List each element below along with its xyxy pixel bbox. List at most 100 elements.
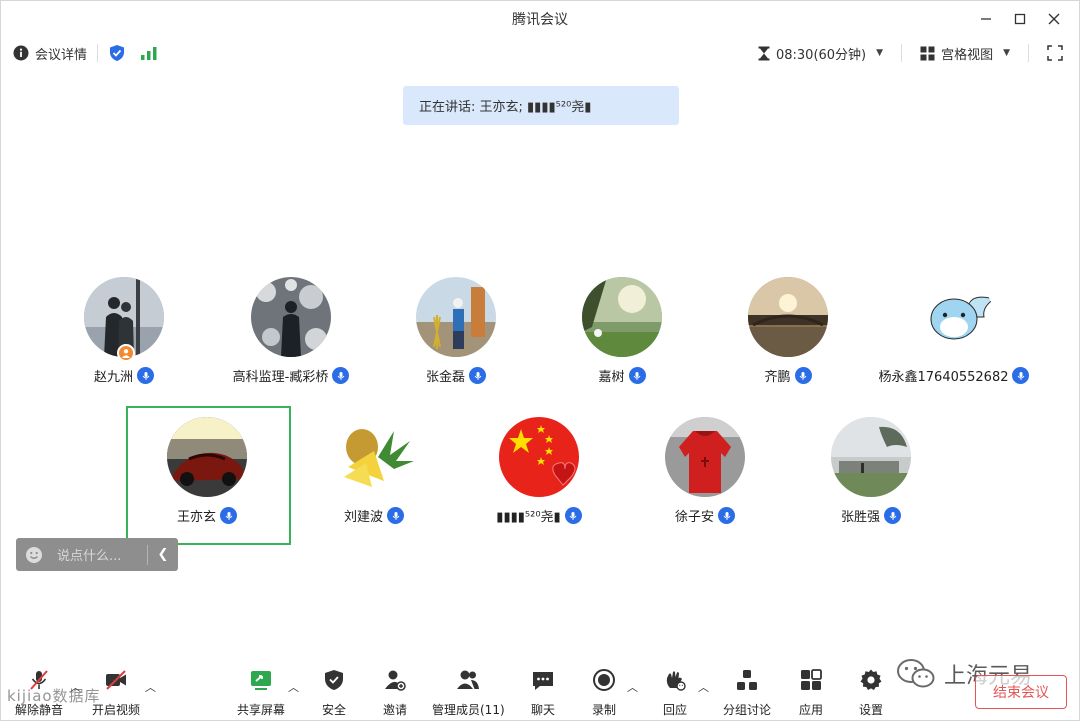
- chat-label: 聊天: [530, 703, 555, 717]
- participant-tile[interactable]: 刘建波: [294, 417, 454, 537]
- avatar: [582, 277, 662, 357]
- settings-button[interactable]: 设置: [858, 667, 884, 718]
- view-dropdown-icon[interactable]: ▼: [1003, 48, 1010, 58]
- participant-tile[interactable]: 嘉树: [542, 277, 702, 397]
- avatar: [748, 277, 828, 357]
- participant-name-row: 嘉树: [598, 366, 646, 385]
- participant-name: 赵九洲: [93, 370, 133, 385]
- participant-tile[interactable]: 王亦玄: [127, 417, 287, 537]
- divider: [1028, 44, 1029, 62]
- end-meeting-button[interactable]: 结束会议: [975, 675, 1067, 709]
- meeting-timer-label: 08:30(60分钟): [775, 47, 867, 63]
- participant-tile[interactable]: ▮▮▮▮⁵²⁰尧▮: [459, 417, 619, 537]
- view-switch-button[interactable]: 宫格视图 ▼: [920, 44, 1010, 63]
- divider: [901, 44, 903, 62]
- participant-name-row: 高科监理-臧彩桥: [233, 366, 350, 385]
- minimize-button[interactable]: [969, 1, 1003, 37]
- view-label: 宫格视图: [941, 47, 994, 63]
- shield-check-icon[interactable]: [108, 44, 126, 62]
- mic-icon: [387, 507, 404, 524]
- speaking-text: 正在讲话: 王亦玄; ▮▮▮▮⁵²⁰尧▮: [419, 100, 592, 115]
- participant-tile[interactable]: 徐子安: [625, 417, 785, 537]
- quick-chat-input[interactable]: 说点什么...: [57, 545, 147, 564]
- participant-name-row: 张金磊: [426, 366, 486, 385]
- security-button[interactable]: 安全: [321, 667, 347, 718]
- mic-icon: [718, 507, 735, 524]
- minimize-icon: [981, 18, 991, 20]
- video-off-icon: [106, 670, 126, 690]
- chat-button[interactable]: 聊天: [530, 667, 556, 718]
- fullscreen-icon[interactable]: [1047, 45, 1063, 61]
- record-options-icon[interactable]: ︿: [627, 679, 638, 695]
- breakout-rooms-button[interactable]: 分组讨论: [723, 667, 771, 718]
- participant-name-row: 张胜强: [841, 506, 901, 525]
- mic-icon: [1012, 367, 1030, 384]
- breakout-rooms-label: 分组讨论: [723, 703, 772, 717]
- title-bar: 腾讯会议: [1, 1, 1079, 37]
- host-badge-icon: [117, 344, 135, 362]
- apps-icon: [801, 669, 822, 690]
- chevron-left-icon: ❮: [157, 547, 169, 562]
- emoji-icon[interactable]: [25, 546, 43, 564]
- invite-label: 邀请: [382, 703, 407, 717]
- avatar: [914, 277, 994, 357]
- meeting-details-button[interactable]: 会议详情: [13, 44, 87, 63]
- signal-icon[interactable]: [140, 45, 158, 61]
- participant-tile[interactable]: 齐鹏: [708, 277, 868, 397]
- share-screen-icon: [251, 671, 271, 690]
- participant-name: 张金磊: [425, 370, 465, 385]
- participant-name-row: 刘建波: [344, 506, 404, 525]
- participant-name: 刘建波: [343, 510, 383, 525]
- avatar: [499, 417, 579, 497]
- window-controls: [969, 1, 1071, 37]
- meeting-timer[interactable]: 08:30(60分钟) ▼: [758, 44, 883, 63]
- participant-tile[interactable]: 张胜强: [791, 417, 951, 537]
- timer-dropdown-icon[interactable]: ▼: [876, 48, 883, 58]
- participant-name: 齐鹏: [764, 370, 791, 385]
- security-label: 安全: [321, 703, 346, 717]
- invite-button[interactable]: 邀请: [382, 667, 408, 718]
- meeting-details-label: 会议详情: [35, 47, 88, 63]
- mic-icon: [137, 367, 154, 384]
- participant-name-row: 齐鹏: [764, 366, 812, 385]
- reaction-button[interactable]: 回应: [662, 667, 688, 718]
- maximize-icon: [1014, 13, 1026, 25]
- video-options-icon[interactable]: ︿: [145, 679, 156, 695]
- reaction-options-icon[interactable]: ︿: [698, 679, 709, 695]
- participant-name: 嘉树: [598, 370, 625, 385]
- mic-icon: [469, 367, 486, 384]
- participant-tile[interactable]: 杨永鑫17640552682: [874, 277, 1034, 397]
- members-icon: [457, 670, 480, 689]
- participant-name-row: 杨永鑫17640552682: [879, 366, 1030, 385]
- meeting-window: 腾讯会议 会议详情 08:30(60分钟) ▼ 宫格视图 ▼ 正在讲话: 王亦玄…: [0, 0, 1080, 721]
- mic-icon: [628, 367, 646, 384]
- mic-icon: [794, 367, 812, 384]
- participant-name-row: 赵九洲: [94, 366, 154, 385]
- shield-icon: [325, 670, 343, 690]
- avatar: [831, 417, 911, 497]
- manage-members-button[interactable]: 管理成员(11): [432, 667, 505, 718]
- apps-label: 应用: [798, 703, 823, 717]
- maximize-button[interactable]: [1003, 1, 1037, 37]
- wechat-icon: [897, 659, 935, 688]
- participant-name-row: 徐子安: [675, 506, 735, 525]
- chat-icon: [533, 672, 553, 690]
- participant-tile[interactable]: 赵九洲: [44, 277, 204, 397]
- hand-wave-icon: [666, 671, 686, 691]
- quick-chat-bar[interactable]: 说点什么... ❮: [16, 538, 178, 571]
- participant-name-row: 王亦玄: [177, 506, 237, 525]
- participant-tile[interactable]: 高科监理-臧彩桥: [211, 277, 371, 397]
- participant-tile[interactable]: 张金磊: [376, 277, 536, 397]
- hourglass-icon: [758, 46, 770, 60]
- share-options-icon[interactable]: ︿: [288, 679, 299, 695]
- watermark-text: kijiao数据库: [7, 687, 101, 705]
- share-screen-button[interactable]: 共享屏幕: [237, 667, 285, 718]
- manage-members-label: 管理成员(11): [432, 703, 505, 717]
- mic-icon: [332, 367, 350, 384]
- close-button[interactable]: [1037, 1, 1071, 37]
- apps-button[interactable]: 应用: [798, 667, 824, 718]
- collapse-chat-button[interactable]: ❮: [148, 547, 178, 562]
- record-button[interactable]: 录制: [591, 667, 617, 718]
- breakout-icon: [737, 670, 757, 690]
- mic-icon: [884, 507, 901, 524]
